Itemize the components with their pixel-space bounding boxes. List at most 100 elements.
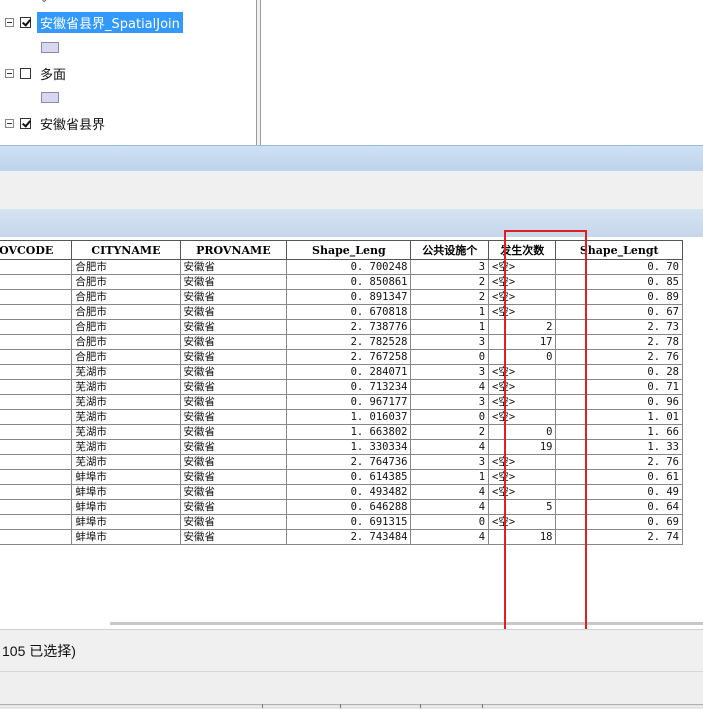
table-cell[interactable]: 蚌埠市 [71,469,181,485]
table-cell[interactable]: 0. 64 [555,499,683,515]
table-cell[interactable]: 2. 764736 [286,454,412,470]
table-cell[interactable]: 芜湖市 [71,364,181,380]
table-cell[interactable]: <空> [488,514,557,530]
table-cell[interactable]: 3 [410,259,490,275]
table-cell[interactable]: 0 [0,439,73,455]
column-header[interactable]: OVCODE [0,240,73,260]
table-cell[interactable]: 2 [488,319,557,335]
table-cell[interactable]: 17 [488,334,557,350]
table-cell[interactable]: 0. 61 [555,469,683,485]
table-cell[interactable]: 2. 76 [555,349,683,365]
table-cell[interactable]: 2. 782528 [286,334,412,350]
table-cell[interactable]: 0 [488,349,557,365]
table-cell[interactable]: 0. 85 [555,274,683,290]
layer-checkbox[interactable] [20,117,31,129]
table-cell[interactable]: 芜湖市 [71,454,181,470]
table-cell[interactable]: 0. 70 [555,259,683,275]
table-cell[interactable]: 芜湖市 [71,409,181,425]
table-cell[interactable]: 0 [0,349,73,365]
table-cell[interactable]: 安徽省 [179,484,288,500]
table-cell[interactable]: 0 [0,364,73,380]
table-cell[interactable]: 安徽省 [179,439,288,455]
table-cell[interactable]: 合肥市 [71,289,181,305]
polygon-symbol-icon[interactable] [41,42,59,53]
table-row[interactable]: 0合肥市安徽省2. 767258002. 76 [0,349,683,365]
table-cell[interactable]: 安徽省 [179,454,288,470]
table-cell[interactable]: 4 [410,439,490,455]
table-cell[interactable]: 安徽省 [179,499,288,515]
table-cell[interactable]: 0. 28 [555,364,683,380]
table-cell[interactable]: 2 [410,289,490,305]
table-cell[interactable]: 0 [410,349,490,365]
layer-label[interactable]: 安徽省县界 [37,113,108,134]
table-cell[interactable]: 安徽省 [179,334,288,350]
table-cell[interactable]: 0. 891347 [286,289,412,305]
layer-item-polygon[interactable]: 多面 [0,62,69,84]
table-cell[interactable]: 0 [0,529,73,545]
table-cell[interactable]: 0 [0,469,73,485]
table-cell[interactable]: 0. 71 [555,379,683,395]
table-cell[interactable]: 0 [410,514,490,530]
column-header[interactable]: PROVNAME [179,240,288,260]
table-cell[interactable]: 安徽省 [179,514,288,530]
column-header[interactable]: Shape_Leng [286,240,412,260]
table-tab-strip[interactable] [0,209,703,237]
table-cell[interactable]: 0 [410,409,490,425]
map-view[interactable] [261,0,703,145]
table-row[interactable]: 0芜湖市安徽省2. 7647363<空>2. 76 [0,454,683,470]
table-cell[interactable]: 安徽省 [179,394,288,410]
table-cell[interactable]: 安徽省 [179,409,288,425]
table-row[interactable]: 0合肥市安徽省2. 7825283172. 78 [0,334,683,350]
table-cell[interactable]: 合肥市 [71,259,181,275]
table-cell[interactable]: 0. 284071 [286,364,412,380]
table-cell[interactable]: <空> [488,304,557,320]
table-cell[interactable]: 0. 713234 [286,379,412,395]
table-cell[interactable]: 蚌埠市 [71,484,181,500]
table-cell[interactable]: 0 [0,424,73,440]
table-cell[interactable]: 芜湖市 [71,439,181,455]
table-cell[interactable]: 2. 73 [555,319,683,335]
table-cell[interactable]: 0. 89 [555,289,683,305]
table-cell[interactable]: 0. 691315 [286,514,412,530]
table-cell[interactable]: 3 [410,454,490,470]
attribute-table[interactable]: OVCODE CITYNAME PROVNAME Shape_Leng 公共设施… [0,237,703,629]
table-cell[interactable]: <空> [488,484,557,500]
table-window-titlebar[interactable] [0,145,703,172]
table-cell[interactable]: 0. 96 [555,394,683,410]
table-cell[interactable]: 0 [0,259,73,275]
table-cell[interactable]: <空> [488,469,557,485]
table-cell[interactable]: 1. 33 [555,439,683,455]
table-cell[interactable]: 芜湖市 [71,379,181,395]
table-cell[interactable]: 0. 493482 [286,484,412,500]
table-cell[interactable]: 0 [0,484,73,500]
table-row[interactable]: 0合肥市安徽省0. 6708181<空>0. 67 [0,304,683,320]
table-cell[interactable]: 0. 670818 [286,304,412,320]
table-cell[interactable]: 安徽省 [179,319,288,335]
table-cell[interactable]: 安徽省 [179,364,288,380]
table-cell[interactable]: 蚌埠市 [71,529,181,545]
table-cell[interactable]: 0. 850861 [286,274,412,290]
table-cell[interactable]: 安徽省 [179,469,288,485]
table-row[interactable]: 0蚌埠市安徽省0. 4934824<空>0. 49 [0,484,683,500]
layer-checkbox[interactable] [20,67,31,79]
table-cell[interactable]: 0 [0,394,73,410]
table-cell[interactable]: 合肥市 [71,274,181,290]
collapse-icon[interactable] [5,17,14,27]
table-row[interactable]: 0蚌埠市安徽省0. 646288450. 64 [0,499,683,515]
table-cell[interactable]: <空> [488,259,557,275]
table-cell[interactable]: 合肥市 [71,349,181,365]
column-header[interactable]: 公共设施个 [410,240,490,260]
table-cell[interactable]: 安徽省 [179,289,288,305]
table-cell[interactable]: 0. 700248 [286,259,412,275]
collapse-icon[interactable] [5,118,14,128]
table-cell[interactable]: 3 [410,364,490,380]
table-cell[interactable]: <空> [488,409,557,425]
table-cell[interactable]: <空> [488,274,557,290]
column-header[interactable]: 发生次数 [488,240,557,260]
table-cell[interactable]: 蚌埠市 [71,514,181,530]
table-cell[interactable]: <空> [488,289,557,305]
table-cell[interactable]: 芜湖市 [71,394,181,410]
table-row[interactable]: 0芜湖市安徽省0. 7132344<空>0. 71 [0,379,683,395]
table-cell[interactable]: 蚌埠市 [71,499,181,515]
table-cell[interactable]: 0 [0,409,73,425]
